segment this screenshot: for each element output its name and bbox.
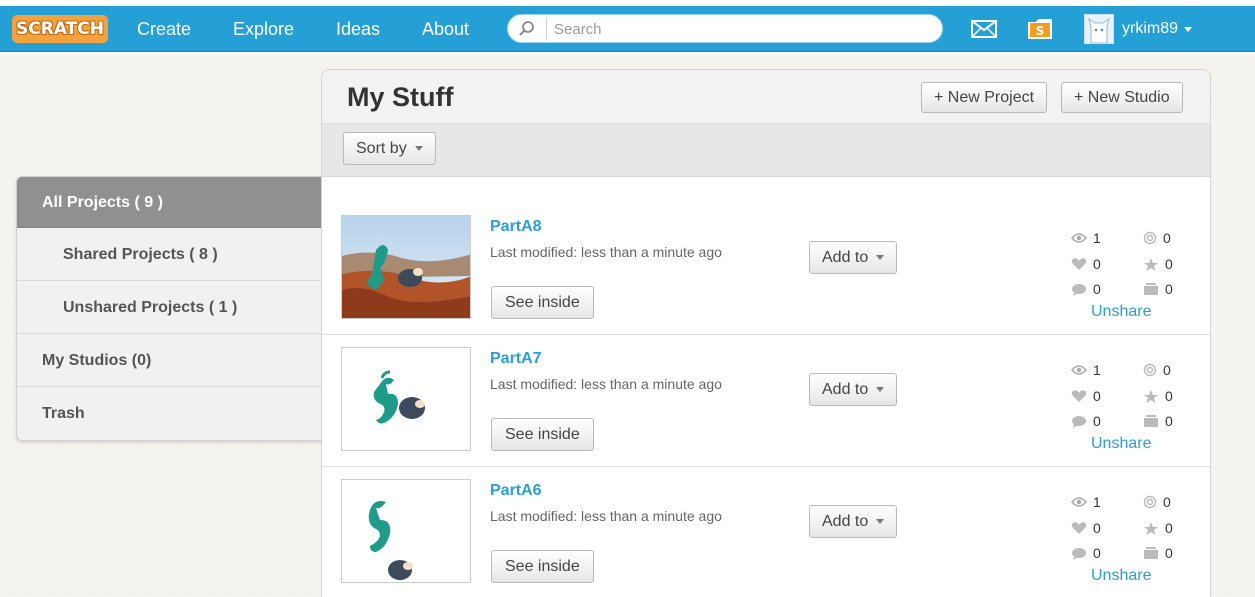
nav-create-link[interactable]: Create [137,16,191,42]
page-title: My Stuff [347,82,454,112]
project-row: PartA6 Last modified: less than a minute… [322,467,1210,597]
chevron-down-icon [876,255,885,261]
top-bar: SCRATCH Create Explore Ideas About Searc… [0,0,1255,54]
add-to-label: Add to [822,249,869,266]
unshare-link[interactable]: Unshare [1091,567,1151,585]
unshare-link[interactable]: Unshare [1091,303,1151,321]
my-stuff-panel: My Stuff + New Project + New Studio Sort… [321,69,1211,597]
eye-views-icon [1071,497,1087,507]
see-inside-button[interactable]: See inside [491,286,594,319]
search-box[interactable] [507,14,943,43]
loves-count: 0 [1093,520,1101,536]
panel-header: My Stuff + New Project + New Studio [322,70,1210,124]
unshare-link[interactable]: Unshare [1091,435,1151,453]
project-title-link[interactable]: PartA7 [490,350,542,368]
add-to-dropdown[interactable]: Add to [809,373,898,406]
project-title-link[interactable]: PartA8 [490,218,542,236]
heart-loves-icon [1071,258,1087,270]
last-modified-text: Last modified: less than a minute ago [490,376,722,392]
heart-loves-icon [1071,522,1087,534]
studios-icon [1144,282,1158,295]
views-count: 1 [1093,230,1101,246]
add-to-label: Add to [822,513,869,530]
comments-count: 0 [1093,413,1101,429]
project-thumbnail[interactable] [341,479,471,583]
my-stuff-folder-icon[interactable]: S [1027,17,1053,41]
new-studio-button[interactable]: + New Studio [1061,82,1183,113]
nav-ideas-link[interactable]: Ideas [336,16,380,42]
comment-bubble-icon [1072,283,1086,296]
comment-bubble-icon [1072,547,1086,560]
studios-count: 0 [1165,545,1173,561]
add-to-dropdown[interactable]: Add to [809,505,898,538]
sidebar: All Projects ( 9 ) Shared Projects ( 8 )… [16,176,322,441]
new-project-button[interactable]: + New Project [921,82,1048,113]
remixes-count: 0 [1163,494,1171,510]
studios-icon [1144,414,1158,427]
loves-count: 0 [1093,388,1101,404]
cat-avatar-icon [1088,17,1110,43]
see-inside-button[interactable]: See inside [491,418,594,451]
search-icon [519,21,534,36]
remix-icon [1143,231,1157,245]
svg-text:S: S [1036,24,1045,38]
nav-explore-link[interactable]: Explore [233,16,294,42]
sidebar-item-shared-projects[interactable]: Shared Projects ( 8 ) [17,228,322,281]
last-modified-text: Last modified: less than a minute ago [490,508,722,524]
project-thumbnail[interactable] [341,347,471,451]
chevron-down-icon [1184,26,1193,32]
remix-icon [1143,363,1157,377]
project-row: PartA7 Last modified: less than a minute… [322,335,1210,467]
desert-landscape-thumbnail-image [342,216,470,318]
eye-views-icon [1071,365,1087,375]
project-title-link[interactable]: PartA6 [490,482,542,500]
navigation-bar: SCRATCH Create Explore Ideas About Searc… [0,6,1255,52]
sidebar-item-trash[interactable]: Trash [17,387,322,440]
sort-by-label: Sort by [356,140,407,157]
user-menu[interactable]: yrkim89 [1084,14,1193,44]
project-row: PartA8 Last modified: less than a minute… [322,203,1210,335]
favorites-count: 0 [1165,256,1173,272]
favorites-count: 0 [1165,388,1173,404]
avatar [1084,14,1114,44]
username: yrkim89 [1122,20,1179,37]
add-to-dropdown[interactable]: Add to [809,241,898,274]
chevron-down-icon [414,146,423,152]
see-inside-button[interactable]: See inside [491,550,594,583]
remixes-count: 0 [1163,362,1171,378]
favorites-count: 0 [1165,520,1173,536]
views-count: 1 [1093,494,1101,510]
add-to-label: Add to [822,381,869,398]
nav-about-link[interactable]: About [422,16,469,42]
star-favorites-icon [1144,389,1158,403]
studios-count: 0 [1165,413,1173,429]
chevron-down-icon [876,519,885,525]
sidebar-item-unshared-projects[interactable]: Unshared Projects ( 1 ) [17,281,322,334]
project-thumbnail[interactable] [341,215,471,319]
eye-views-icon [1071,233,1087,243]
last-modified-text: Last modified: less than a minute ago [490,244,722,260]
star-favorites-icon [1144,257,1158,271]
comments-count: 0 [1093,281,1101,297]
remix-icon [1143,495,1157,509]
comment-bubble-icon [1072,415,1086,428]
star-favorites-icon [1144,521,1158,535]
sidebar-item-my-studios[interactable]: My Studios (0) [17,334,322,387]
scratch-logo[interactable]: SCRATCH [12,15,108,43]
studios-count: 0 [1165,281,1173,297]
chevron-down-icon [876,387,885,393]
messages-envelope-icon[interactable] [971,20,997,38]
sprites-thumbnail-image [368,501,413,580]
remixes-count: 0 [1163,230,1171,246]
sort-by-dropdown[interactable]: Sort by [343,132,436,165]
search-input[interactable] [546,17,936,41]
views-count: 1 [1093,362,1101,378]
sort-toolbar: Sort by [322,124,1210,177]
sidebar-item-all-projects[interactable]: All Projects ( 9 ) [17,177,322,228]
sprites-thumbnail-image [373,370,425,424]
heart-loves-icon [1071,390,1087,402]
studios-icon [1144,546,1158,559]
comments-count: 0 [1093,545,1101,561]
loves-count: 0 [1093,256,1101,272]
